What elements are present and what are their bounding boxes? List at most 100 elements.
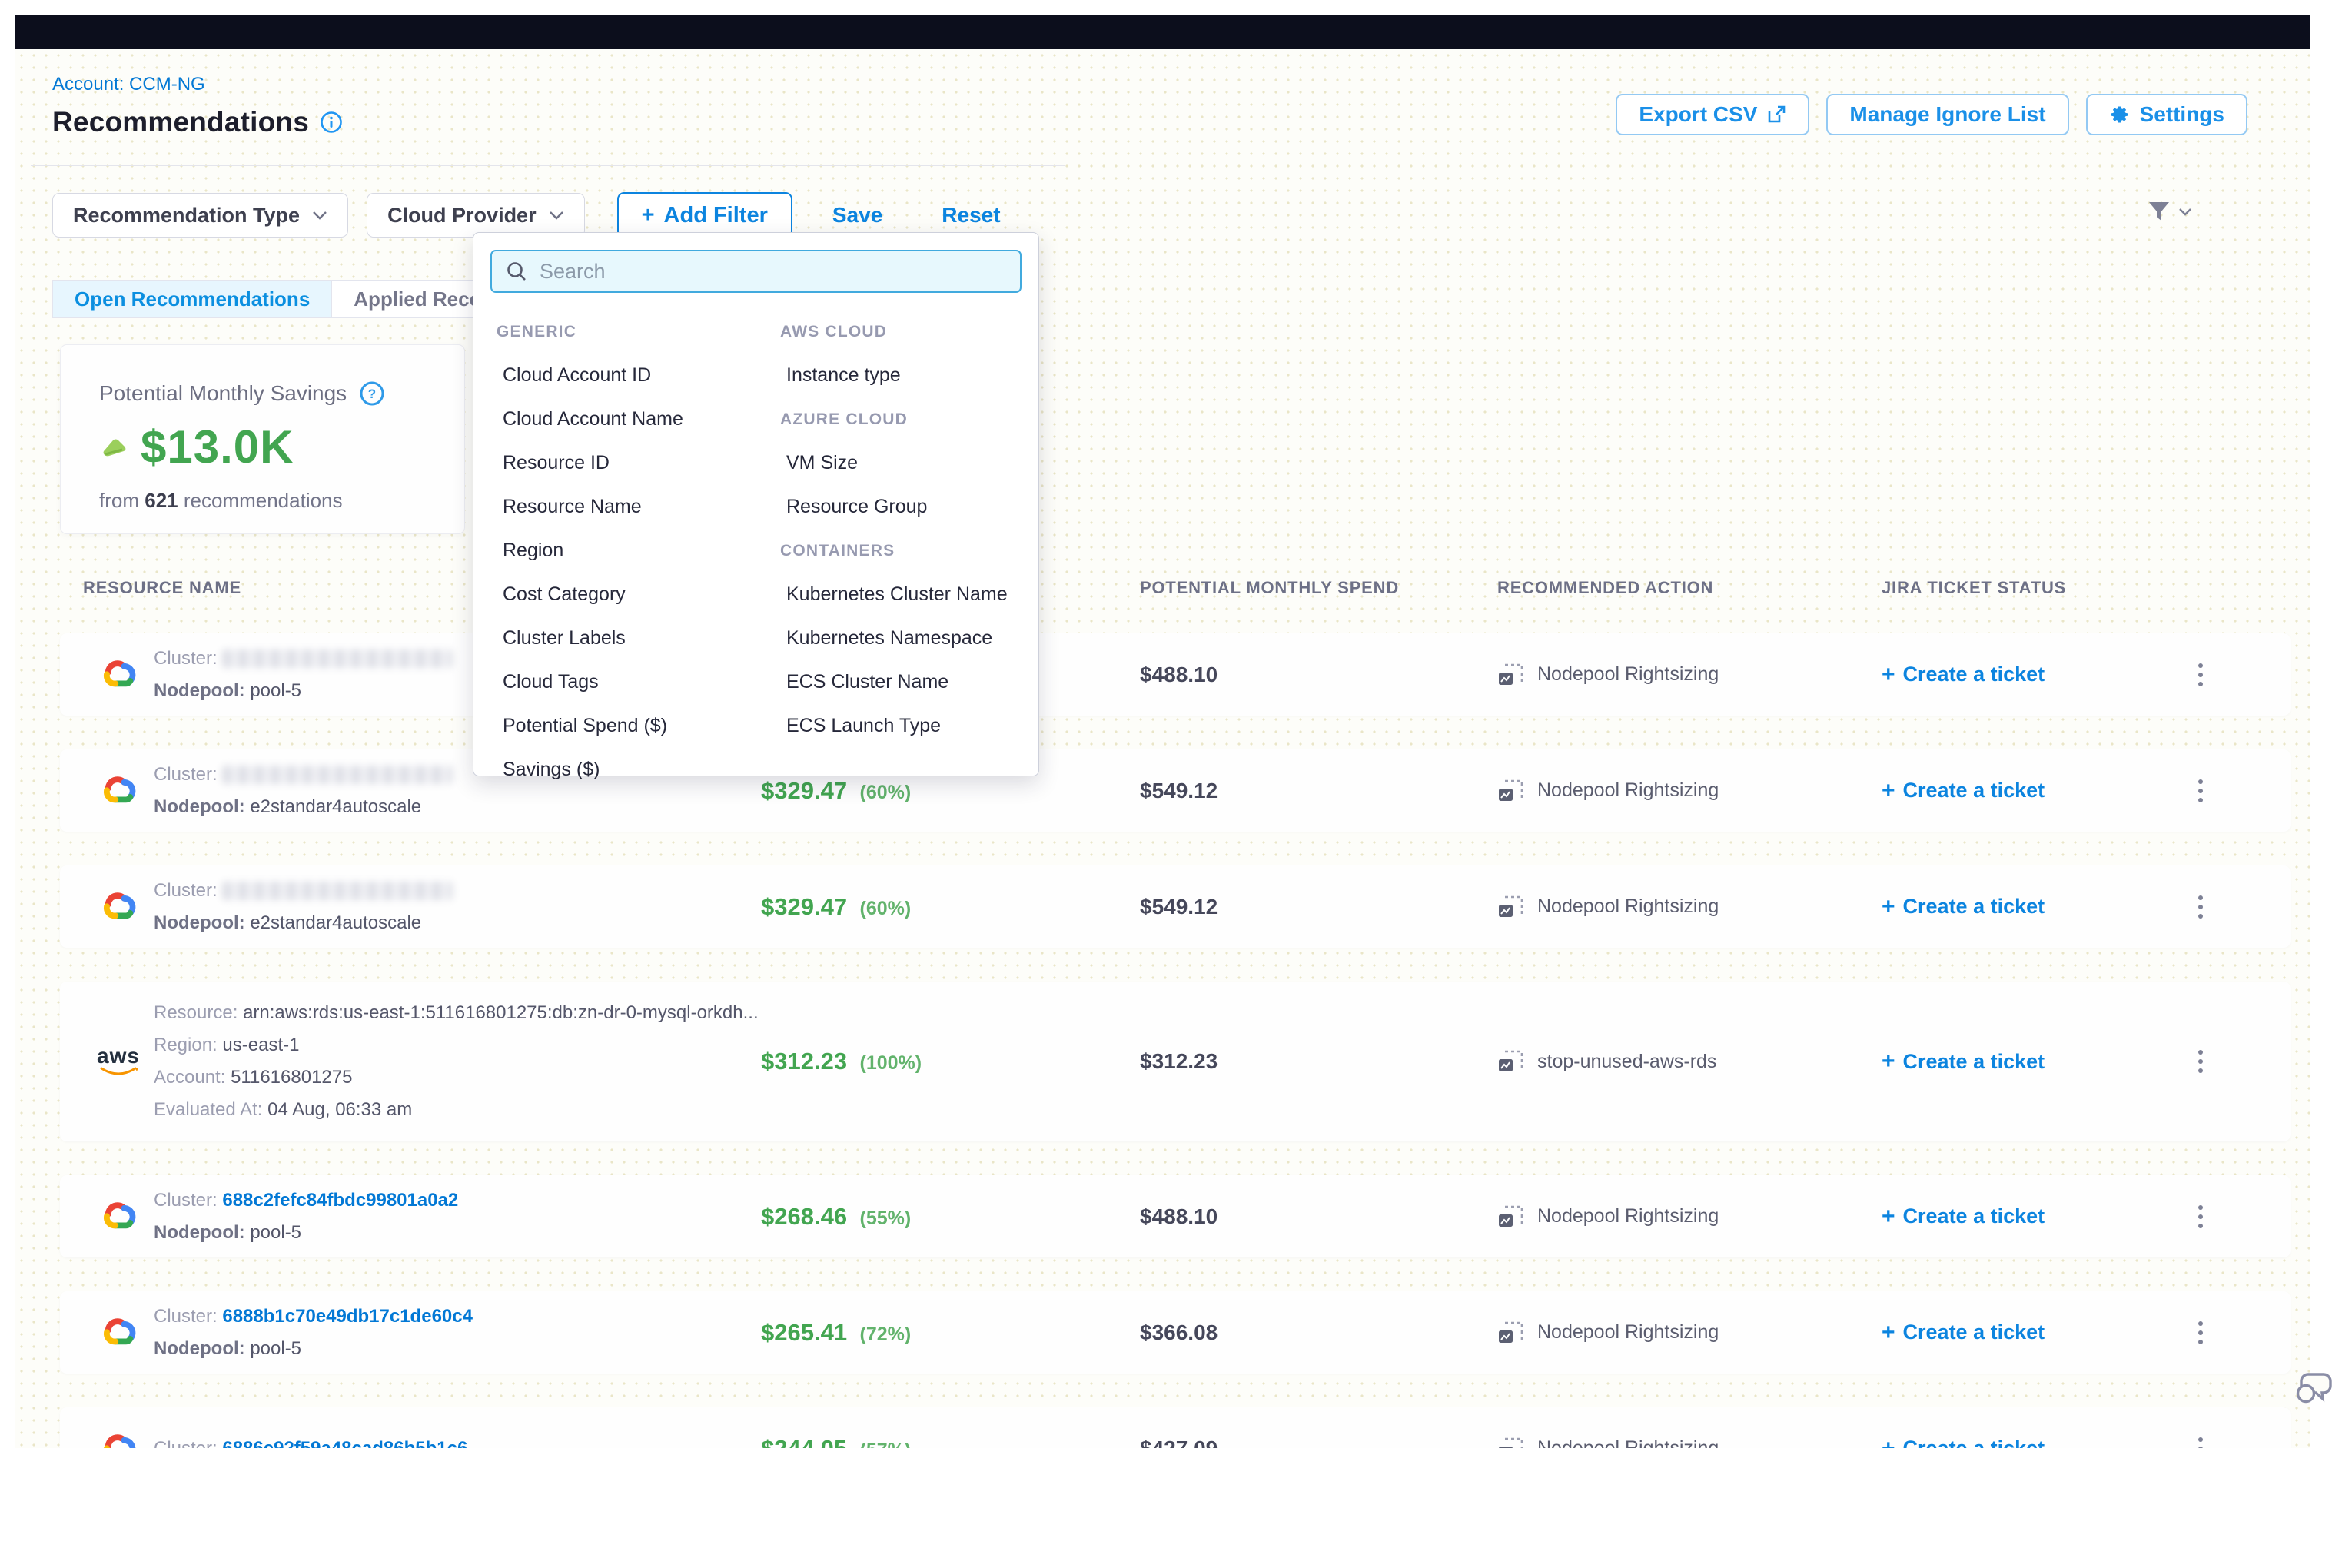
- filter-search-input[interactable]: [540, 260, 1006, 284]
- filter-option[interactable]: Cloud Tags: [493, 660, 762, 704]
- filter-options-generic-column: GENERICCloud Account IDCloud Account Nam…: [493, 310, 762, 792]
- filter-option[interactable]: Cloud Account ID: [493, 354, 762, 397]
- filter-option[interactable]: Cluster Labels: [493, 616, 762, 660]
- add-filter-label: Add Filter: [664, 203, 768, 228]
- recommendations-page: Account: CCM-NG Recommendations Export C…: [0, 0, 2352, 1568]
- export-csv-label: Export CSV: [1639, 102, 1757, 127]
- resource-line-value: arn:aws:rds:us-east-1:511616801275:db:zn…: [243, 1002, 759, 1023]
- resource-line-label: Evaluated At:: [154, 1099, 262, 1120]
- nodepool-label: Nodepool:: [154, 796, 245, 817]
- plus-icon: +: [1882, 1320, 1895, 1346]
- filter-option[interactable]: Potential Spend ($): [493, 704, 762, 748]
- chevron-down-icon: [2178, 208, 2192, 216]
- filter-option[interactable]: Cloud Account Name: [493, 397, 762, 441]
- filter-search-box[interactable]: [490, 250, 1022, 293]
- settings-button[interactable]: Settings: [2086, 94, 2247, 135]
- reset-filter-button[interactable]: Reset: [942, 203, 1000, 228]
- savings-value: $329.47: [761, 893, 847, 920]
- create-ticket-link[interactable]: + Create a ticket: [1882, 1320, 2045, 1346]
- filter-option[interactable]: Resource Group: [777, 485, 1031, 529]
- nodepool-rightsizing-icon: [1497, 779, 1525, 803]
- cluster-name[interactable]: 6888b1c70e49db17c1de60c4: [222, 1306, 473, 1327]
- cloud-provider-dropdown[interactable]: Cloud Provider: [367, 193, 585, 238]
- plus-icon: +: [1882, 1204, 1895, 1230]
- row-menu-kebab-icon[interactable]: [2192, 1315, 2209, 1350]
- info-icon[interactable]: [320, 111, 343, 134]
- create-ticket-label: Create a ticket: [1903, 895, 2045, 919]
- manage-ignore-list-label: Manage Ignore List: [1849, 102, 2045, 127]
- filter-option[interactable]: Cost Category: [493, 573, 762, 616]
- filter-option[interactable]: Kubernetes Cluster Name: [777, 573, 1031, 616]
- savings-value: $329.47: [761, 777, 847, 804]
- svg-text:?: ?: [368, 387, 376, 401]
- cluster-name[interactable]: [222, 649, 453, 668]
- recommended-action-label: Nodepool Rightsizing: [1537, 779, 1719, 802]
- cluster-label: Cluster:: [154, 1306, 218, 1327]
- cluster-name[interactable]: [222, 766, 453, 784]
- tab-open-recommendations[interactable]: Open Recommendations: [53, 281, 331, 317]
- gcp-cloud-icon: [97, 1198, 137, 1235]
- filter-option[interactable]: ECS Cluster Name: [777, 660, 1031, 704]
- potential-spend-value: $366.08: [1140, 1321, 1218, 1345]
- recommended-action-label: stop-unused-aws-rds: [1537, 1051, 1716, 1073]
- row-menu-kebab-icon[interactable]: [2192, 889, 2209, 925]
- gcp-cloud-icon: [97, 656, 137, 693]
- monthly-savings-cell: $312.23 (100%): [761, 1048, 922, 1075]
- row-menu-kebab-icon[interactable]: [2192, 657, 2209, 693]
- row-menu-kebab-icon[interactable]: [2192, 1044, 2209, 1079]
- filter-option[interactable]: Savings ($): [493, 748, 762, 792]
- table-row[interactable]: aws Resource: arn:aws:rds:us-east-1:5116…: [60, 982, 2291, 1141]
- plus-icon: +: [1882, 662, 1895, 688]
- filter-option[interactable]: Instance type: [777, 354, 1031, 397]
- filter-option[interactable]: Resource Name: [493, 485, 762, 529]
- row-menu-kebab-icon[interactable]: [2192, 1199, 2209, 1234]
- filter-panel-toggle[interactable]: [2146, 198, 2192, 224]
- savings-amount: $13.0K: [141, 420, 294, 473]
- resource-line-value: us-east-1: [222, 1035, 299, 1055]
- cluster-name[interactable]: 688c2fefc84fbdc99801a0a2: [222, 1190, 458, 1211]
- table-row[interactable]: Cluster: 688c2fefc84fbdc99801a0a2 Nodepo…: [60, 1175, 2291, 1257]
- create-ticket-label: Create a ticket: [1903, 663, 2045, 686]
- recommended-action-label: Nodepool Rightsizing: [1537, 895, 1719, 918]
- gcp-cloud-icon: [97, 772, 137, 809]
- create-ticket-label: Create a ticket: [1903, 1050, 2045, 1074]
- create-ticket-link[interactable]: + Create a ticket: [1882, 1204, 2045, 1230]
- resource-line-value: 511616801275: [231, 1067, 352, 1088]
- recommendation-type-label: Recommendation Type: [73, 204, 300, 228]
- potential-savings-card: Potential Monthly Savings ? $13.0K from …: [60, 344, 465, 534]
- page-title: Recommendations: [52, 106, 309, 138]
- breadcrumb-account-link[interactable]: Account: CCM-NG: [52, 74, 205, 95]
- add-filter-dropdown: GENERICCloud Account IDCloud Account Nam…: [473, 232, 1039, 776]
- col-resource-name: RESOURCE NAME: [83, 578, 241, 598]
- add-filter-button[interactable]: + Add Filter: [617, 192, 792, 238]
- filter-option[interactable]: ECS Launch Type: [777, 704, 1031, 748]
- filter-option[interactable]: VM Size: [777, 441, 1031, 485]
- savings-value: $265.41: [761, 1319, 847, 1346]
- filter-option[interactable]: Resource ID: [493, 441, 762, 485]
- recommended-action-icon: [1497, 1049, 1525, 1074]
- create-ticket-label: Create a ticket: [1903, 1321, 2045, 1344]
- savings-subtitle: from 621 recommendations: [99, 489, 464, 513]
- create-ticket-link[interactable]: + Create a ticket: [1882, 778, 2045, 804]
- create-ticket-link[interactable]: + Create a ticket: [1882, 1048, 2045, 1075]
- table-row[interactable]: Cluster: Nodepool: pool-5 $488.10 Nodepo…: [60, 633, 2291, 716]
- filter-option[interactable]: Kubernetes Namespace: [777, 616, 1031, 660]
- cluster-name[interactable]: [222, 882, 453, 900]
- table-row[interactable]: Cluster: 6888b1c70e49db17c1de60c4 Nodepo…: [60, 1291, 2291, 1374]
- help-icon[interactable]: ?: [359, 380, 385, 407]
- plus-icon: +: [1882, 894, 1895, 920]
- row-menu-kebab-icon[interactable]: [2192, 773, 2209, 809]
- recommendation-type-dropdown[interactable]: Recommendation Type: [52, 193, 348, 238]
- create-ticket-link[interactable]: + Create a ticket: [1882, 894, 2045, 920]
- create-ticket-link[interactable]: + Create a ticket: [1882, 662, 2045, 688]
- filter-option[interactable]: Region: [493, 529, 762, 573]
- manage-ignore-list-button[interactable]: Manage Ignore List: [1826, 94, 2068, 135]
- export-csv-button[interactable]: Export CSV: [1616, 94, 1809, 135]
- nodepool-label: Nodepool:: [154, 1222, 245, 1243]
- recommended-action-label: Nodepool Rightsizing: [1537, 1205, 1719, 1227]
- chat-widget-icon[interactable]: [2294, 1370, 2334, 1410]
- table-row[interactable]: Cluster: Nodepool: e2standar4autoscale $…: [60, 865, 2291, 948]
- create-ticket-label: Create a ticket: [1903, 1204, 2045, 1228]
- table-row[interactable]: Cluster: Nodepool: e2standar4autoscale $…: [60, 749, 2291, 832]
- save-filter-button[interactable]: Save: [832, 203, 882, 228]
